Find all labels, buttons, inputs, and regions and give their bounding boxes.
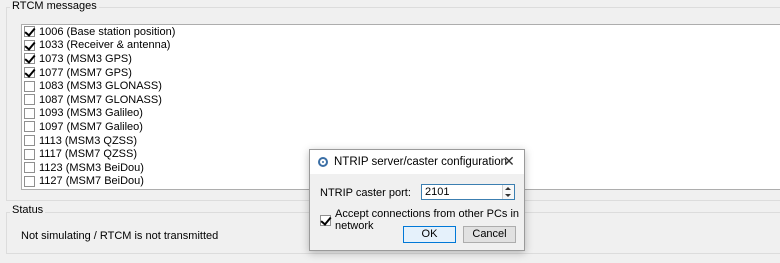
dialog-title: NTRIP server/caster configuration	[334, 156, 507, 168]
rtcm-message-checkbox[interactable]	[24, 148, 35, 160]
rtcm-message-item[interactable]: 1113 (MSM3 QZSS)	[22, 134, 780, 148]
rtcm-message-checkbox[interactable]	[24, 26, 35, 38]
rtcm-message-item[interactable]: 1006 (Base station position)	[22, 25, 780, 39]
rtcm-message-label: 1083 (MSM3 GLONASS)	[39, 80, 162, 93]
port-spinner[interactable]	[502, 185, 514, 199]
cancel-button[interactable]: Cancel	[463, 226, 516, 243]
rtcm-message-label: 1087 (MSM7 GLONASS)	[39, 93, 162, 106]
status-title: Status	[10, 204, 46, 216]
rtcm-message-label: 1127 (MSM7 BeiDou)	[39, 175, 144, 188]
rtcm-message-label: 1123 (MSM3 BeiDou)	[39, 161, 144, 174]
close-icon[interactable]: ✕	[501, 153, 517, 169]
rtcm-message-label: 1006 (Base station position)	[39, 25, 176, 38]
rtcm-message-checkbox[interactable]	[24, 80, 35, 92]
rtcm-message-checkbox[interactable]	[24, 107, 35, 119]
rtcm-message-checkbox[interactable]	[24, 53, 35, 65]
rtcm-messages-title: RTCM messages	[10, 0, 99, 12]
rtcm-message-item[interactable]: 1083 (MSM3 GLONASS)	[22, 79, 780, 93]
rtcm-message-item[interactable]: 1077 (MSM7 GPS)	[22, 66, 780, 80]
rtcm-message-label: 1073 (MSM3 GPS)	[39, 52, 132, 65]
spin-up-icon[interactable]	[505, 187, 511, 190]
ntrip-icon	[318, 157, 328, 167]
rtcm-message-label: 1097 (MSM7 Galileo)	[39, 120, 143, 133]
rtcm-message-item[interactable]: 1093 (MSM3 Galileo)	[22, 107, 780, 121]
accept-connections-checkbox[interactable]	[320, 214, 331, 226]
spin-down-icon[interactable]	[505, 194, 511, 197]
rtcm-message-label: 1033 (Receiver & antenna)	[39, 39, 171, 52]
rtcm-message-label: 1113 (MSM3 QZSS)	[39, 134, 138, 147]
rtcm-message-checkbox[interactable]	[24, 135, 35, 147]
rtcm-message-label: 1093 (MSM3 Galileo)	[39, 107, 143, 120]
rtcm-message-checkbox[interactable]	[24, 121, 35, 133]
port-label: NTRIP caster port:	[320, 187, 411, 199]
rtcm-message-checkbox[interactable]	[24, 162, 35, 174]
status-text: Not simulating / RTCM is not transmitted	[21, 230, 219, 242]
rtcm-message-item[interactable]: 1033 (Receiver & antenna)	[22, 39, 780, 53]
rtcm-message-checkbox[interactable]	[24, 67, 35, 79]
port-input[interactable]: 2101	[421, 184, 515, 200]
port-value: 2101	[425, 186, 450, 198]
ntrip-config-dialog: NTRIP server/caster configuration ✕ NTRI…	[309, 149, 525, 251]
ok-button[interactable]: OK	[403, 226, 456, 243]
rtcm-message-label: 1077 (MSM7 GPS)	[39, 66, 132, 79]
rtcm-message-checkbox[interactable]	[24, 94, 35, 106]
rtcm-message-label: 1117 (MSM7 QZSS)	[39, 148, 138, 161]
dialog-titlebar[interactable]: NTRIP server/caster configuration ✕	[310, 150, 524, 174]
rtcm-message-item[interactable]: 1073 (MSM3 GPS)	[22, 52, 780, 66]
rtcm-message-checkbox[interactable]	[24, 175, 35, 187]
rtcm-message-item[interactable]: 1097 (MSM7 Galileo)	[22, 120, 780, 134]
rtcm-message-item[interactable]: 1087 (MSM7 GLONASS)	[22, 93, 780, 107]
rtcm-message-checkbox[interactable]	[24, 39, 35, 51]
